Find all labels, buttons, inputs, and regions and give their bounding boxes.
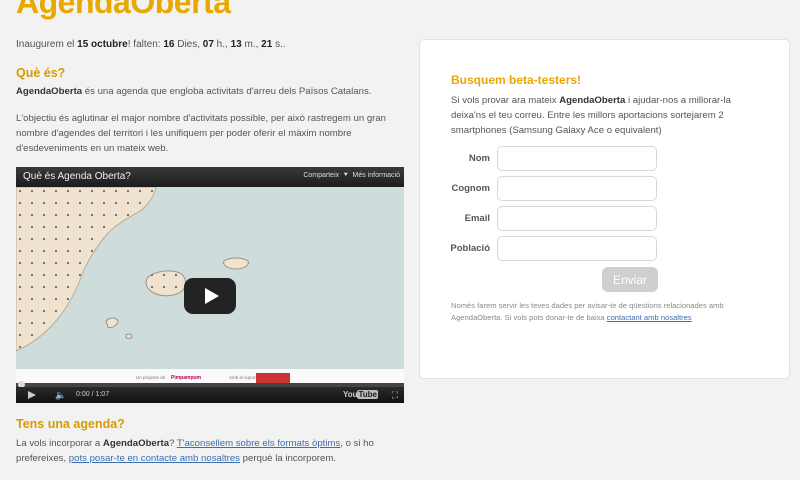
unsubscribe-link[interactable]: contactant amb nosaltres bbox=[607, 313, 692, 322]
name-label: Nom bbox=[468, 153, 490, 164]
launch-date: 15 octubre bbox=[77, 39, 128, 50]
video-player[interactable]: Què és Agenda Oberta? Comparteix ⯆ Més i… bbox=[16, 167, 404, 403]
beta-signup-card: Busquem beta-testers! Si vols provar ara… bbox=[419, 39, 790, 379]
town-label: Població bbox=[450, 243, 490, 254]
privacy-note: Només farem servir les teves dades per a… bbox=[451, 300, 771, 324]
video-title[interactable]: Què és Agenda Oberta? bbox=[23, 171, 131, 182]
countdown-days: 16 bbox=[163, 39, 175, 50]
countdown-minutes: 13 bbox=[230, 39, 242, 50]
town-input[interactable] bbox=[497, 236, 657, 261]
name-input[interactable] bbox=[497, 146, 657, 171]
share-button[interactable]: Comparteix bbox=[303, 172, 339, 179]
countdown-hours-unit: h., bbox=[213, 39, 231, 50]
video-title-bar: Què és Agenda Oberta? Comparteix ⯆ Més i… bbox=[16, 167, 404, 187]
countdown-minutes-unit: m., bbox=[241, 39, 262, 50]
agenda-text: La vols incorporar a AgendaOberta? T'aco… bbox=[16, 436, 408, 466]
about-heading: Què és? bbox=[16, 66, 66, 80]
email-label: Email bbox=[464, 213, 490, 224]
countdown-seconds: 21 bbox=[261, 39, 273, 50]
fullscreen-icon[interactable]: ⛶ bbox=[392, 390, 398, 401]
agenda-heading: Tens una agenda? bbox=[16, 417, 125, 431]
about-goal: L'objectiu és aglutinar el major nombre … bbox=[16, 113, 387, 154]
countdown-days-unit: Dies, bbox=[174, 39, 203, 50]
credit-left: Un projecte de bbox=[136, 375, 166, 380]
email-row: Email bbox=[420, 206, 789, 232]
submit-button[interactable]: Enviar bbox=[602, 267, 658, 292]
surname-row: Cognom bbox=[420, 176, 789, 202]
play-icon[interactable] bbox=[184, 278, 236, 314]
contact-link[interactable]: pots posar-te en contacte amb nosaltres bbox=[69, 453, 240, 464]
about-brand: AgendaOberta bbox=[16, 86, 83, 97]
site-logo[interactable]: AgendaOberta bbox=[16, 0, 231, 21]
video-thumbnail[interactable]: Un projecte de Pimpampum Amb el suport d… bbox=[16, 186, 404, 387]
more-info-icon[interactable]: ⯆ bbox=[341, 172, 351, 179]
video-controls: 🔈 0:00 / 1:07 YouTube ⛶ bbox=[16, 387, 404, 403]
about-description: AgendaOberta és una agenda que engloba a… bbox=[16, 84, 408, 99]
town-row: Població bbox=[420, 236, 789, 262]
beta-intro: Si vols provar ara mateix AgendaOberta i… bbox=[451, 93, 766, 138]
play-pause-button[interactable] bbox=[28, 391, 36, 399]
agenda-brand: AgendaOberta bbox=[102, 438, 170, 449]
surname-input[interactable] bbox=[497, 176, 657, 201]
more-info-button[interactable]: Més informació bbox=[353, 172, 400, 179]
name-row: Nom bbox=[420, 146, 789, 172]
countdown-prefix: Inaugurem el bbox=[16, 39, 78, 50]
formats-link[interactable]: T'aconsellem sobre els formats òptims bbox=[177, 438, 340, 449]
youtube-logo[interactable]: YouTube bbox=[343, 390, 378, 399]
email-input[interactable] bbox=[497, 206, 657, 231]
about-desc-text: és una agenda que engloba activitats d'a… bbox=[82, 86, 372, 97]
countdown-seconds-unit: s.. bbox=[272, 39, 286, 50]
volume-icon[interactable]: 🔈 bbox=[55, 390, 66, 401]
countdown-hours: 07 bbox=[202, 39, 214, 50]
sponsor-logo bbox=[256, 373, 290, 383]
agenda-text-4: perquè la incorporem. bbox=[239, 453, 336, 464]
agenda-text-2: ? bbox=[169, 438, 177, 449]
youtube-logo-you: You bbox=[342, 390, 358, 399]
video-menu: Comparteix ⯆ Més informació bbox=[303, 172, 400, 180]
countdown-mid: ! falten: bbox=[127, 39, 164, 50]
beta-title: Busquem beta-testers! bbox=[451, 73, 582, 87]
surname-label: Cognom bbox=[451, 183, 490, 194]
agenda-text-1: La vols incorporar a bbox=[16, 438, 103, 449]
credit-logo: Pimpampum bbox=[171, 375, 202, 381]
launch-countdown: Inaugurem el 15 octubre! falten: 16 Dies… bbox=[16, 39, 286, 50]
video-time: 0:00 / 1:07 bbox=[76, 391, 110, 398]
beta-brand: AgendaOberta bbox=[559, 95, 626, 106]
beta-intro-1: Si vols provar ara mateix bbox=[451, 95, 560, 106]
youtube-logo-tube: Tube bbox=[357, 390, 378, 399]
